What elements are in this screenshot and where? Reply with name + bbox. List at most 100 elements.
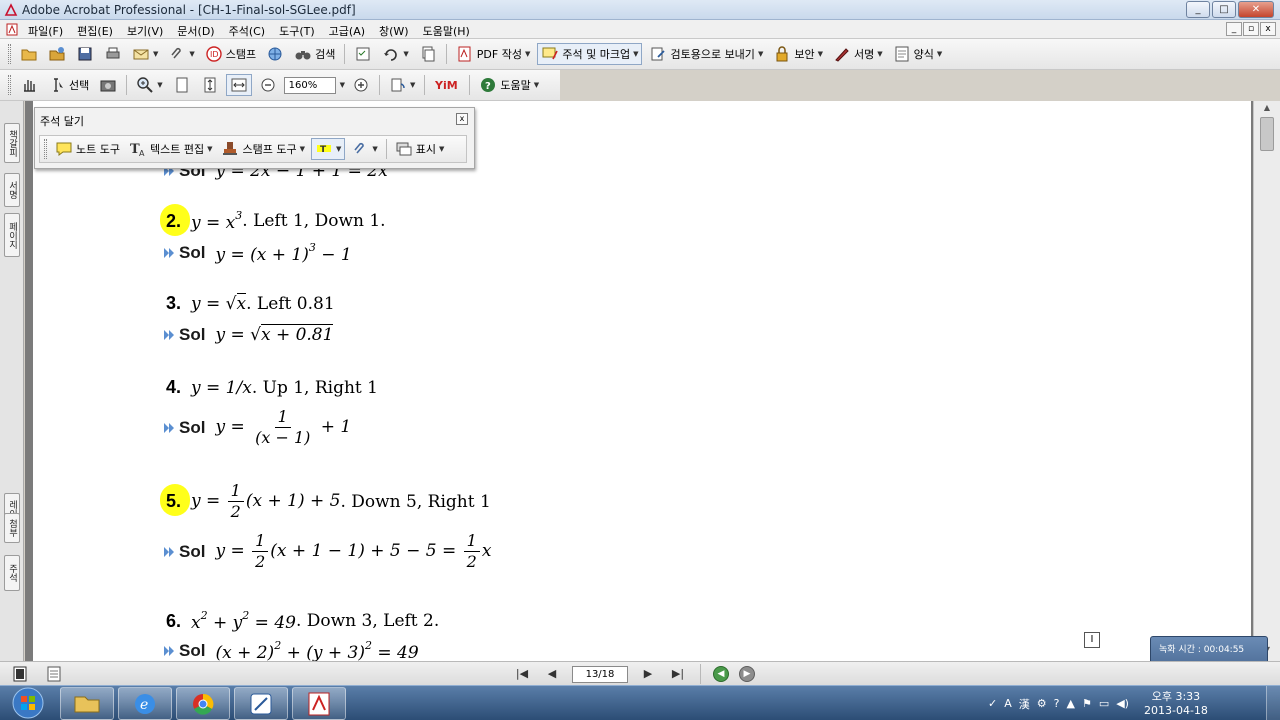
open-button[interactable] <box>17 43 41 65</box>
previous-view-icon[interactable]: ◀ <box>713 666 729 682</box>
last-page-icon[interactable]: ▶| <box>668 665 688 683</box>
windows-start-icon[interactable] <box>8 687 48 720</box>
actual-size-button[interactable] <box>170 74 194 96</box>
rotate-button[interactable]: ▼ <box>386 74 418 96</box>
email-button[interactable]: ▼ <box>129 43 161 65</box>
folder-open-icon <box>21 49 37 61</box>
taskbar-acrobat[interactable] <box>292 687 346 720</box>
tab-attachments[interactable]: 첨부 <box>4 513 20 543</box>
tab-comments[interactable]: 주석 <box>4 555 20 591</box>
comment-markup-button[interactable]: 주석 및 마크업 ▼ <box>537 43 643 65</box>
zoom-out-button[interactable] <box>256 74 280 96</box>
forms-button[interactable]: 양식 ▼ <box>890 43 946 65</box>
create-pdf-button[interactable]: PDF 작성 ▼ <box>453 43 534 65</box>
taskbar-ie[interactable]: e <box>118 687 172 720</box>
toolbar-grip[interactable] <box>8 75 11 95</box>
taskbar-explorer[interactable] <box>60 687 114 720</box>
stamp-label: 스탬프 <box>225 48 257 61</box>
sign-button[interactable]: 서명 ▼ <box>830 43 886 65</box>
secure-button[interactable]: 보안 ▼ <box>770 43 826 65</box>
fit-width-button[interactable] <box>225 74 252 96</box>
page-layout-icon[interactable] <box>12 666 28 682</box>
search-button[interactable]: 검색 <box>291 43 338 65</box>
note-tool-button[interactable]: 노트 도구 <box>52 138 123 160</box>
fit-page-button[interactable] <box>198 74 222 96</box>
scroll-up-icon[interactable]: ▲ <box>1257 103 1277 117</box>
taskbar-chrome[interactable] <box>176 687 230 720</box>
web-search-button[interactable] <box>263 43 287 65</box>
menu-edit[interactable]: 편집(E) <box>77 23 113 39</box>
email-icon <box>133 49 149 60</box>
next-page-icon[interactable]: ▶ <box>638 665 658 683</box>
highlight-tool-button[interactable]: T ▼ <box>310 138 346 160</box>
undo-button[interactable]: ▼ <box>379 43 411 65</box>
paperclip-icon <box>171 47 182 59</box>
organizer-button[interactable] <box>45 43 69 65</box>
attach-file-button[interactable]: ▼ <box>348 138 380 160</box>
page-number-input[interactable]: 13/18 <box>572 665 628 683</box>
action-center-icon[interactable]: ⚑ <box>1082 697 1092 710</box>
solution-math: y = (x + 1)3 − 1 <box>215 241 352 265</box>
menu-document[interactable]: 문서(D) <box>177 23 214 39</box>
previous-page-icon[interactable]: ◀ <box>542 665 562 683</box>
toolbar-grip[interactable] <box>44 139 47 159</box>
pdf-page[interactable]: Sol y = 2x − 1 + 1 = 2x 2. y = x3. Left … <box>33 101 1251 661</box>
menu-help[interactable]: 도움말(H) <box>423 23 470 39</box>
menu-tools[interactable]: 도구(T) <box>279 23 315 39</box>
toolbar-grip[interactable] <box>8 44 11 64</box>
print-button[interactable] <box>101 43 125 65</box>
minimize-button[interactable]: _ <box>1186 1 1210 18</box>
ime-hanja-icon[interactable]: 漢 <box>1019 696 1030 712</box>
stamp-tool-button[interactable]: 스탬프 도구 ▼ <box>218 138 308 160</box>
volume-icon[interactable]: ◀) <box>1116 697 1129 710</box>
tab-bookmarks[interactable]: 책갈피 <box>4 123 20 163</box>
page-options-icon[interactable] <box>46 666 62 682</box>
tab-pages[interactable]: 페이지 <box>4 213 20 257</box>
ime-settings-icon[interactable]: ⚙ <box>1037 697 1047 710</box>
zoom-input[interactable]: 160% <box>283 76 336 94</box>
menu-window[interactable]: 창(W) <box>379 23 409 39</box>
menu-advanced[interactable]: 고급(A) <box>329 23 365 39</box>
text-edit-button[interactable]: T A 텍스트 편집 ▼ <box>126 138 216 160</box>
save-button[interactable] <box>73 43 97 65</box>
help-button[interactable]: ? 도움말 ▼ <box>476 74 542 96</box>
close-icon[interactable]: x <box>456 113 468 125</box>
zoom-dropdown-icon[interactable]: ▼ <box>340 81 345 89</box>
scroll-thumb[interactable] <box>1260 117 1274 151</box>
close-button[interactable]: ✕ <box>1238 1 1274 18</box>
doc-minimize-button[interactable]: _ <box>1226 22 1242 36</box>
hand-tool-button[interactable] <box>17 74 41 96</box>
show-button[interactable]: 표시 ▼ <box>392 138 448 160</box>
menu-view[interactable]: 보기(V) <box>127 23 163 39</box>
zoom-tool-button[interactable]: ▼ <box>133 74 165 96</box>
vertical-scrollbar[interactable]: ▲ ▼ <box>1253 101 1280 661</box>
taskbar-app[interactable] <box>234 687 288 720</box>
lock-icon <box>776 46 788 62</box>
clock[interactable]: 오후 3:33 2013-04-18 <box>1144 690 1208 718</box>
show-hidden-icons-icon[interactable]: ▲ <box>1066 697 1074 710</box>
send-review-button[interactable]: 검토용으로 보내기 ▼ <box>646 43 766 65</box>
document-icon[interactable] <box>6 23 18 36</box>
doc-close-button[interactable]: x <box>1260 22 1276 36</box>
snapshot-button[interactable] <box>96 74 120 96</box>
ime-check-icon[interactable]: ✓ <box>988 697 997 710</box>
next-view-icon[interactable]: ▶ <box>739 666 755 682</box>
doc-properties-button[interactable] <box>351 43 375 65</box>
problem-equation: y = 1/x <box>191 377 252 398</box>
attach-button[interactable]: ▼ <box>165 43 197 65</box>
pages-button[interactable] <box>416 43 440 65</box>
ime-a-icon[interactable]: A <box>1004 697 1012 710</box>
stamp-button[interactable]: ID 스탬프 <box>202 43 259 65</box>
select-tool-button[interactable]: 선택 <box>45 74 92 96</box>
network-icon[interactable]: ▭ <box>1099 697 1109 710</box>
help-tray-icon[interactable]: ? <box>1054 697 1060 710</box>
tab-signatures[interactable]: 서명 <box>4 173 20 207</box>
maximize-button[interactable]: □ <box>1212 1 1236 18</box>
yim-button[interactable]: YiM <box>431 74 463 96</box>
show-desktop-button[interactable] <box>1266 686 1280 720</box>
zoom-in-button[interactable] <box>349 74 373 96</box>
doc-restore-button[interactable]: ▫ <box>1243 22 1259 36</box>
first-page-icon[interactable]: |◀ <box>512 665 532 683</box>
menu-comments[interactable]: 주석(C) <box>229 23 266 39</box>
menu-file[interactable]: 파일(F) <box>28 23 63 39</box>
